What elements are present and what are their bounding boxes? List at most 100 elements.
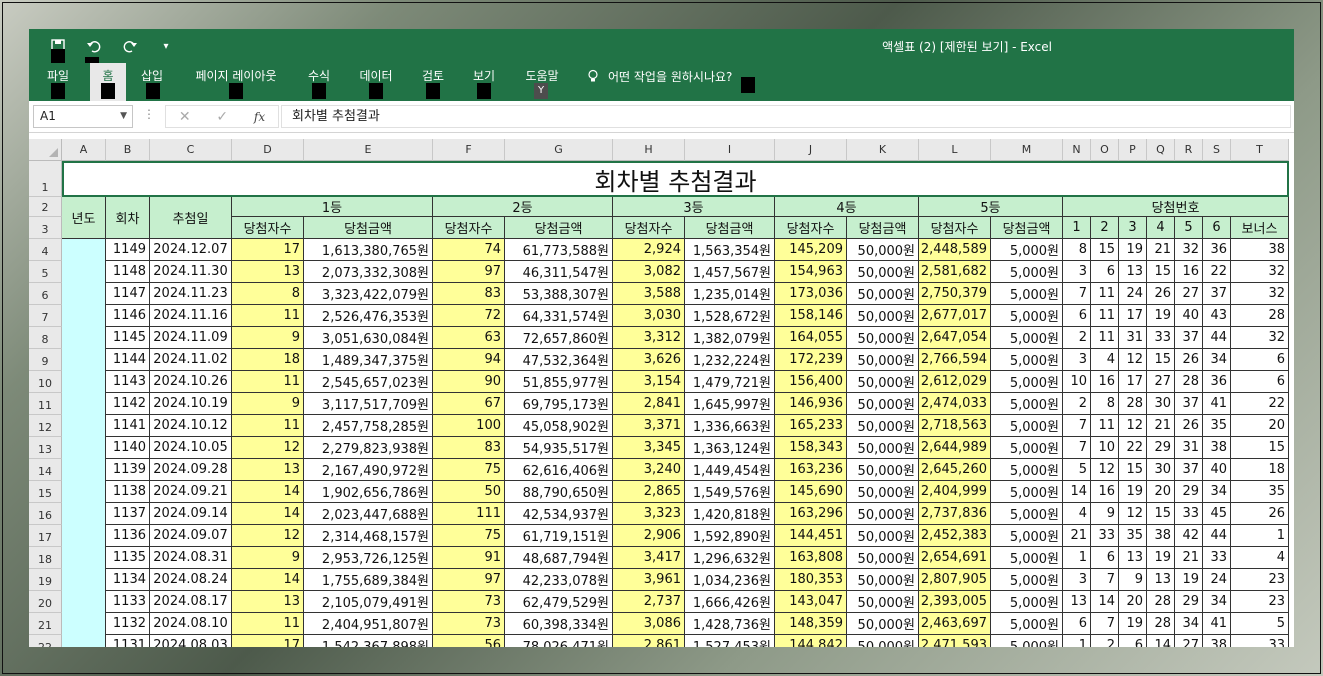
table-cell[interactable]: 2,841 <box>613 393 685 415</box>
table-cell[interactable]: 146,936 <box>775 393 847 415</box>
table-cell[interactable]: 34 <box>1203 481 1231 503</box>
table-cell[interactable]: 15 <box>1147 349 1175 371</box>
table-cell[interactable]: 34 <box>1203 349 1231 371</box>
name-box[interactable]: A1 ▼ <box>33 105 133 128</box>
table-cell[interactable]: 2024.10.12 <box>150 415 232 437</box>
table-cell[interactable]: 1 <box>1231 525 1289 547</box>
table-cell[interactable]: 2,645,260 <box>919 459 991 481</box>
header-amount[interactable]: 당첨금액 <box>304 217 433 239</box>
table-cell[interactable]: 111 <box>433 503 505 525</box>
sheet-title-cell[interactable]: 회차별 추첨결과 <box>62 161 1289 197</box>
table-cell[interactable]: 2 <box>1091 635 1119 647</box>
row-header-12[interactable]: 12 <box>29 415 62 437</box>
table-cell[interactable]: 37 <box>1203 283 1231 305</box>
table-cell[interactable]: 7 <box>1063 415 1091 437</box>
table-cell[interactable]: 34 <box>1203 591 1231 613</box>
table-cell[interactable]: 51,855,977원 <box>505 371 613 393</box>
table-cell[interactable]: 19 <box>1119 481 1147 503</box>
table-cell[interactable]: 2024.11.30 <box>150 261 232 283</box>
table-cell[interactable]: 5,000원 <box>991 415 1063 437</box>
table-cell[interactable]: 2024.10.05 <box>150 437 232 459</box>
table-cell[interactable]: 50,000원 <box>847 613 919 635</box>
table-cell[interactable]: 13 <box>232 591 304 613</box>
row-header-19[interactable]: 19 <box>29 569 62 591</box>
table-cell[interactable]: 13 <box>1147 569 1175 591</box>
table-cell[interactable]: 3,626 <box>613 349 685 371</box>
column-header-d[interactable]: D <box>232 139 304 161</box>
table-cell[interactable]: 33 <box>1231 635 1289 647</box>
table-cell[interactable]: 15 <box>1091 239 1119 261</box>
table-cell[interactable]: 2,861 <box>613 635 685 647</box>
table-cell[interactable]: 53,388,307원 <box>505 283 613 305</box>
table-cell[interactable]: 24 <box>1119 283 1147 305</box>
table-cell[interactable]: 4 <box>1063 503 1091 525</box>
table-cell[interactable]: 97 <box>433 261 505 283</box>
table-cell[interactable]: 5,000원 <box>991 283 1063 305</box>
column-header-a[interactable]: A <box>62 139 106 161</box>
table-cell[interactable]: 3 <box>1063 261 1091 283</box>
table-cell[interactable]: 29 <box>1175 591 1203 613</box>
table-cell[interactable]: 5,000원 <box>991 635 1063 647</box>
table-cell[interactable]: 9 <box>232 327 304 349</box>
table-cell[interactable]: 145,690 <box>775 481 847 503</box>
row-header-15[interactable]: 15 <box>29 481 62 503</box>
table-cell[interactable]: 42,534,937원 <box>505 503 613 525</box>
table-cell[interactable]: 26 <box>1175 349 1203 371</box>
select-all-corner[interactable] <box>29 139 62 161</box>
table-cell[interactable]: 3,345 <box>613 437 685 459</box>
table-cell[interactable]: 6 <box>1231 349 1289 371</box>
table-cell[interactable]: 2,924 <box>613 239 685 261</box>
table-cell[interactable]: 2,279,823,938원 <box>304 437 433 459</box>
table-cell[interactable]: 19 <box>1119 613 1147 635</box>
table-cell[interactable]: 50,000원 <box>847 459 919 481</box>
table-cell[interactable]: 1136 <box>106 525 150 547</box>
table-cell[interactable]: 2,471,593 <box>919 635 991 647</box>
row-header-7[interactable]: 7 <box>29 305 62 327</box>
table-cell[interactable]: 19 <box>1119 239 1147 261</box>
table-cell[interactable]: 36 <box>1203 371 1231 393</box>
column-header-f[interactable]: F <box>433 139 505 161</box>
table-cell[interactable]: 15 <box>1147 261 1175 283</box>
table-cell[interactable]: 6 <box>1091 261 1119 283</box>
table-cell[interactable]: 40 <box>1175 305 1203 327</box>
table-cell[interactable]: 37 <box>1175 327 1203 349</box>
table-cell[interactable]: 2024.08.10 <box>150 613 232 635</box>
table-cell[interactable]: 2,581,682 <box>919 261 991 283</box>
table-cell[interactable]: 2,105,079,491원 <box>304 591 433 613</box>
table-cell[interactable]: 3,312 <box>613 327 685 349</box>
header-number-5[interactable]: 5 <box>1175 217 1203 239</box>
table-cell[interactable]: 9 <box>1119 569 1147 591</box>
table-cell[interactable]: 20 <box>1231 415 1289 437</box>
table-cell[interactable]: 6 <box>1063 305 1091 327</box>
header-bonus[interactable]: 보너스 <box>1231 217 1289 239</box>
table-cell[interactable]: 72,657,860원 <box>505 327 613 349</box>
table-cell[interactable]: 1,666,426원 <box>685 591 775 613</box>
table-cell[interactable]: 5,000원 <box>991 459 1063 481</box>
row-header-8[interactable]: 8 <box>29 327 62 349</box>
table-cell[interactable]: 64,331,574원 <box>505 305 613 327</box>
redo-icon[interactable] <box>119 36 141 56</box>
table-cell[interactable]: 3,030 <box>613 305 685 327</box>
header-number-3[interactable]: 3 <box>1119 217 1147 239</box>
table-cell[interactable]: 1,457,567원 <box>685 261 775 283</box>
table-cell[interactable]: 4 <box>1091 349 1119 371</box>
table-cell[interactable]: 3,086 <box>613 613 685 635</box>
table-cell[interactable]: 38 <box>1231 239 1289 261</box>
table-cell[interactable]: 5,000원 <box>991 591 1063 613</box>
table-cell[interactable]: 13 <box>232 261 304 283</box>
table-cell[interactable]: 1,034,236원 <box>685 569 775 591</box>
table-cell[interactable]: 1,336,663원 <box>685 415 775 437</box>
table-cell[interactable]: 1132 <box>106 613 150 635</box>
table-cell[interactable]: 90 <box>433 371 505 393</box>
table-cell[interactable]: 2,737 <box>613 591 685 613</box>
table-cell[interactable]: 3,323,422,079원 <box>304 283 433 305</box>
table-cell[interactable]: 73 <box>433 591 505 613</box>
table-cell[interactable]: 22 <box>1231 393 1289 415</box>
table-cell[interactable]: 42,233,078원 <box>505 569 613 591</box>
table-cell[interactable]: 20 <box>1147 481 1175 503</box>
header-number-6[interactable]: 6 <box>1203 217 1231 239</box>
header-winners[interactable]: 당첨자수 <box>613 217 685 239</box>
column-header-e[interactable]: E <box>304 139 433 161</box>
enter-icon[interactable]: ✓ <box>216 109 228 125</box>
table-cell[interactable]: 1141 <box>106 415 150 437</box>
